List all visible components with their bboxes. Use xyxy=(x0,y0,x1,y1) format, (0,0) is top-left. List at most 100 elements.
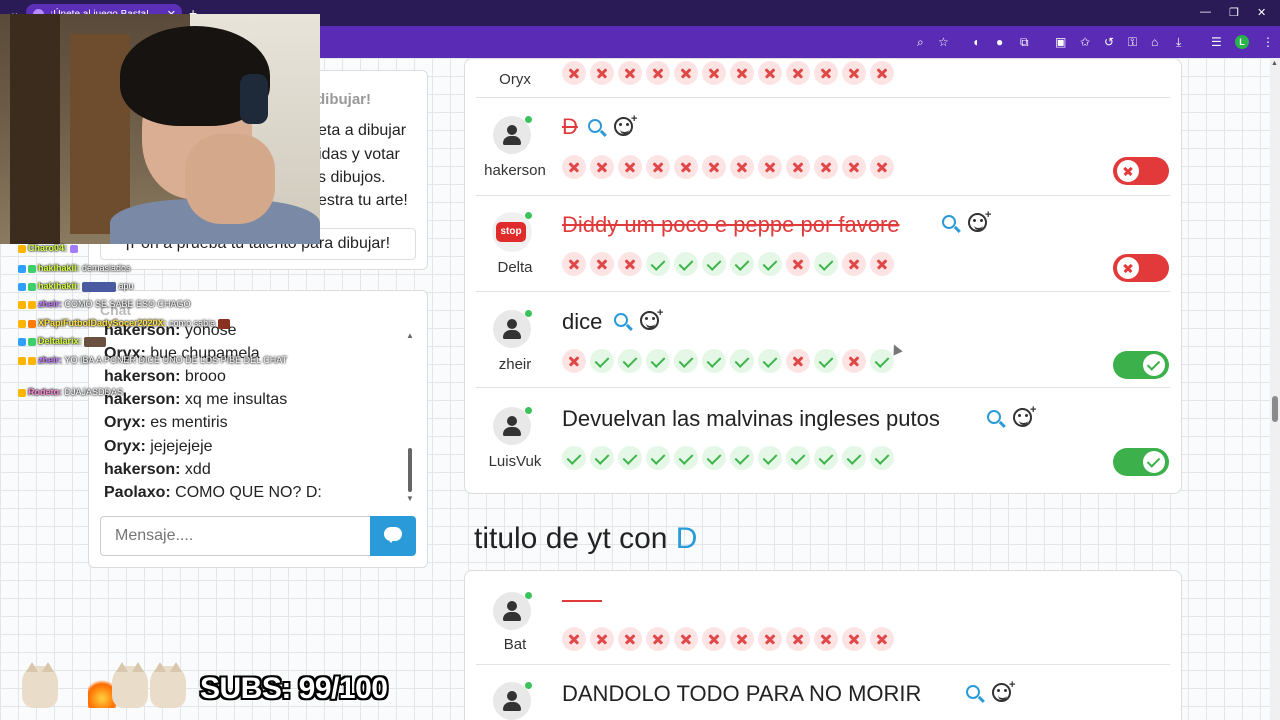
add-reaction-icon[interactable]: + xyxy=(614,113,637,136)
passwords-icon[interactable]: ⚿ xyxy=(1128,35,1137,49)
vote-reject-icon xyxy=(702,155,726,179)
vote-reject-icon xyxy=(562,252,586,276)
search-icon[interactable] xyxy=(614,313,628,328)
add-reaction-icon[interactable]: + xyxy=(640,307,663,330)
vote-reject-icon xyxy=(674,155,698,179)
vote-reject-icon xyxy=(814,627,838,651)
draw-card-title: dibujar! xyxy=(316,91,371,108)
chat-text: xq me insultas xyxy=(184,391,288,408)
vote-row xyxy=(562,627,898,651)
chat-message-input[interactable] xyxy=(100,516,372,556)
profile-avatar[interactable]: L xyxy=(1235,35,1249,49)
close-window-icon[interactable]: ✕ xyxy=(1257,6,1266,19)
vote-approve-icon xyxy=(730,252,754,276)
history-icon[interactable]: ↺ xyxy=(1104,35,1114,49)
vote-reject-icon xyxy=(674,61,698,85)
overlay-chat-text: DJAJASDDAS xyxy=(64,387,124,397)
zoom-icon[interactable]: ⌕ xyxy=(917,35,924,49)
answer-actions: + xyxy=(942,209,991,232)
sync-icon[interactable]: ⌂ xyxy=(1151,35,1158,49)
bookmark-star-icon[interactable]: ☆ xyxy=(938,35,949,49)
favorites-icon[interactable]: ✩ xyxy=(1080,35,1090,49)
search-icon[interactable] xyxy=(966,685,980,700)
vote-reject-icon xyxy=(842,61,866,85)
download-icon[interactable]: ⤓ xyxy=(1176,35,1181,49)
vote-reject-icon xyxy=(590,252,614,276)
add-reaction-icon[interactable]: + xyxy=(992,679,1015,702)
vote-reject-icon xyxy=(562,155,586,179)
scroll-up-arrow-icon[interactable]: ▲ xyxy=(1271,60,1278,67)
overlay-chat-line: zheir: COMO SE SABE ESO CHAGO xyxy=(18,299,191,309)
extension-audio-icon[interactable]: ◖ xyxy=(972,35,979,49)
vote-reject-icon xyxy=(674,627,698,651)
vote-reject-icon xyxy=(758,155,782,179)
overlay-chat-user: zheir: xyxy=(38,355,63,365)
overlay-chat-line: Rodeto: DJAJASDDAS xyxy=(18,387,123,397)
subs-goal-counter: SUBS: 99/100 xyxy=(200,672,388,705)
search-icon[interactable] xyxy=(588,119,602,134)
page-scrollbar[interactable] xyxy=(1270,58,1280,720)
validity-toggle[interactable] xyxy=(1113,448,1169,476)
search-icon[interactable] xyxy=(987,410,1001,425)
vote-reject-icon xyxy=(646,155,670,179)
vote-row xyxy=(562,61,898,85)
screenshot-icon[interactable]: ▣ xyxy=(1055,35,1066,49)
online-indicator xyxy=(525,407,532,414)
add-reaction-icon[interactable]: + xyxy=(968,209,991,232)
vote-approve-icon xyxy=(618,446,642,470)
player-answer: D xyxy=(562,114,578,139)
vote-reject-icon xyxy=(562,627,586,651)
chat-username: Paolaxo: xyxy=(104,484,171,501)
page-scrollbar-thumb[interactable] xyxy=(1272,396,1278,422)
chat-bubble-icon xyxy=(384,527,402,543)
vote-reject-icon xyxy=(786,349,810,373)
category-letter: D xyxy=(675,522,698,555)
vote-row xyxy=(562,155,898,179)
extension-blue-icon[interactable]: ● xyxy=(996,35,1003,49)
vote-reject-icon xyxy=(814,61,838,85)
vote-reject-icon xyxy=(618,61,642,85)
validity-toggle[interactable] xyxy=(1113,254,1169,282)
draw-card-line: s dibujos. xyxy=(318,169,386,186)
vote-row xyxy=(562,252,898,276)
row-divider xyxy=(476,97,1170,98)
chat-username: Oryx: xyxy=(104,414,146,431)
vote-reject-icon xyxy=(842,349,866,373)
chat-scroll-up-icon[interactable]: ▲ xyxy=(406,331,414,340)
reading-list-icon[interactable]: ☰ xyxy=(1211,35,1222,49)
vote-row xyxy=(562,446,898,470)
validity-toggle[interactable] xyxy=(1113,157,1169,185)
vote-approve-icon xyxy=(562,446,586,470)
check-icon xyxy=(1143,451,1165,473)
chat-scroll-down-icon[interactable]: ▼ xyxy=(406,494,414,503)
player-answer: Devuelvan las malvinas ingleses putos xyxy=(562,406,940,431)
row-divider xyxy=(476,291,1170,292)
chat-message: Oryx: jejejejeje xyxy=(104,438,213,456)
vote-reject-icon xyxy=(702,627,726,651)
vote-reject-icon xyxy=(870,627,894,651)
menu-icon[interactable]: ⋮ xyxy=(1262,35,1274,49)
overlay-chat-text: YO IBA A PONER DICE UNO DE LOS PIBE DEL … xyxy=(64,355,288,365)
add-reaction-icon[interactable]: + xyxy=(1013,404,1036,427)
overlay-chat-line: XPapiFutbolDadySocer2020X: como sabia xyxy=(18,318,230,329)
chat-scrollbar-thumb[interactable] xyxy=(408,448,412,492)
maximize-icon[interactable]: ❐ xyxy=(1229,6,1239,19)
online-indicator xyxy=(525,682,532,689)
vote-approve-icon xyxy=(870,349,894,373)
validity-toggle[interactable] xyxy=(1113,351,1169,379)
row-divider xyxy=(476,387,1170,388)
vote-reject-icon xyxy=(870,155,894,179)
extensions-puzzle-icon[interactable]: ⧉ xyxy=(1020,35,1029,49)
vote-approve-icon xyxy=(590,349,614,373)
vote-reject-icon xyxy=(814,155,838,179)
vote-approve-icon xyxy=(786,446,810,470)
search-icon[interactable] xyxy=(942,215,956,230)
overlay-chat-line: Charo04: xyxy=(18,243,80,253)
online-indicator xyxy=(525,592,532,599)
vote-reject-icon xyxy=(870,61,894,85)
answer-actions: + xyxy=(987,404,1036,427)
category-name: titulo de yt con xyxy=(474,522,668,555)
vote-reject-icon xyxy=(842,627,866,651)
minimize-icon[interactable]: — xyxy=(1200,6,1211,18)
chat-send-button[interactable] xyxy=(370,516,416,556)
